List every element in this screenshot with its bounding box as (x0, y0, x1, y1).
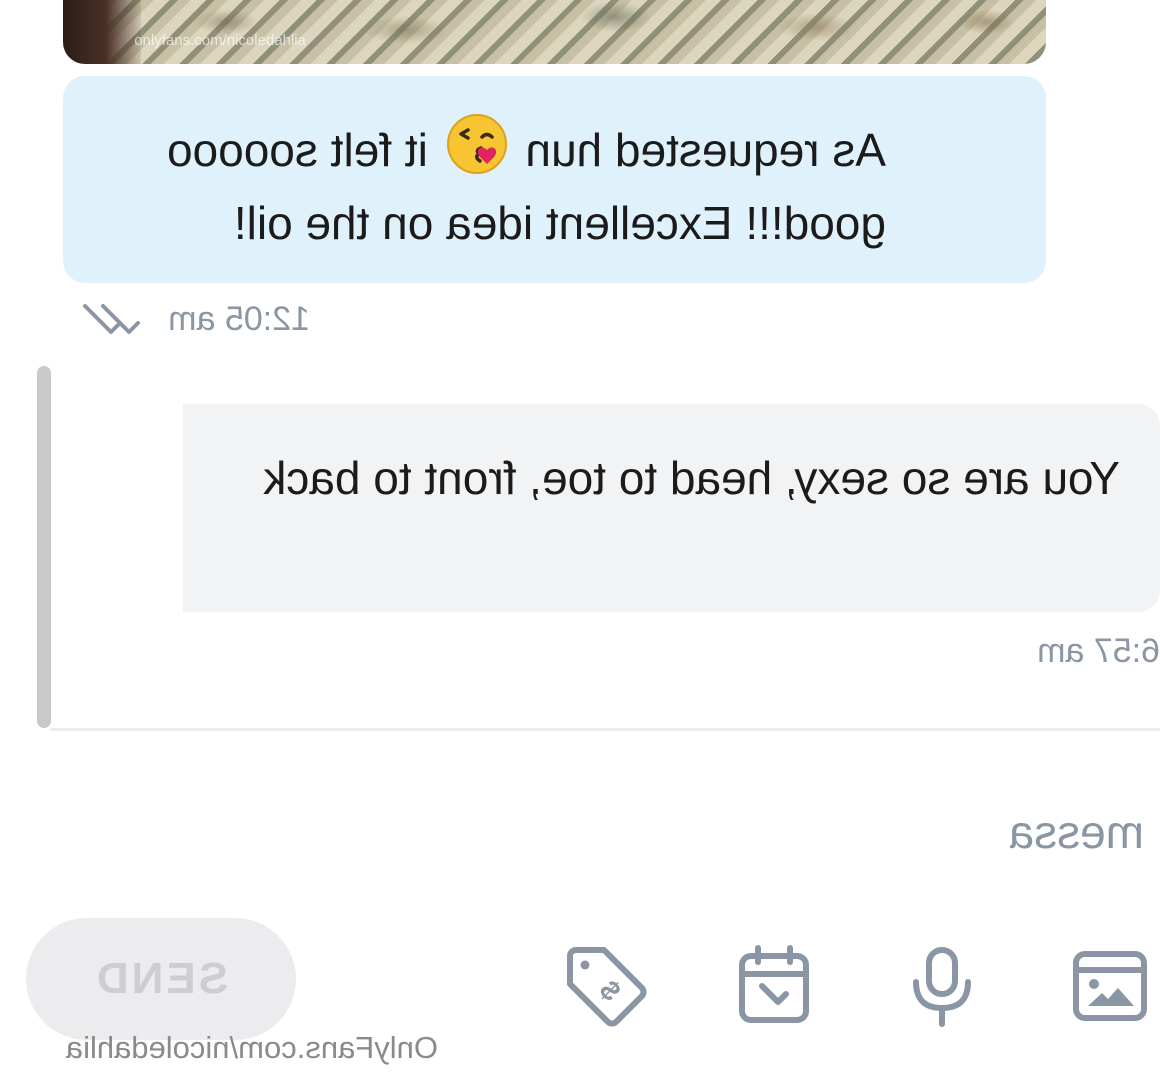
calendar-icon (739, 945, 809, 1023)
set-price-button[interactable]: $ (564, 944, 648, 1028)
received-message-time: 6:57 am (1037, 632, 1160, 670)
received-message-bubble[interactable]: You are so sexy, head to toe, front to b… (183, 404, 1160, 612)
watermark: OnlyFans.com/nicoledahlia (65, 1030, 438, 1065)
svg-text:$: $ (594, 974, 627, 1007)
photo-shadow (63, 0, 141, 64)
send-button[interactable]: SEND (26, 918, 296, 1040)
sent-message-text-start: As requested hun (512, 124, 886, 176)
chat-screen: onlyfans.com/nicoledahlia As requested h… (0, 0, 1160, 1080)
message-input[interactable] (0, 784, 1160, 880)
price-tag-icon: $ (567, 947, 647, 1027)
kissing-face-with-heart-icon (446, 114, 507, 174)
sent-message-time: 12:05 am (168, 300, 310, 338)
send-button-label: SEND (93, 954, 229, 1003)
add-media-button[interactable] (1068, 944, 1152, 1028)
photo-watermark: onlyfans.com/nicoledahlia (134, 32, 306, 49)
microphone-icon (913, 947, 971, 1027)
schedule-message-button[interactable] (732, 944, 816, 1028)
composer-divider (50, 728, 1160, 731)
double-check-icon (83, 304, 140, 334)
scrollbar[interactable] (37, 366, 51, 728)
sent-message-bubble[interactable]: As requested hun it felt sooooo good!!! … (63, 76, 1046, 283)
photo-attachment[interactable]: onlyfans.com/nicoledahlia (63, 0, 1046, 64)
image-icon (1073, 951, 1147, 1021)
voice-message-button[interactable] (900, 944, 984, 1028)
received-message-text: You are so sexy, head to toe, front to b… (263, 452, 1120, 504)
